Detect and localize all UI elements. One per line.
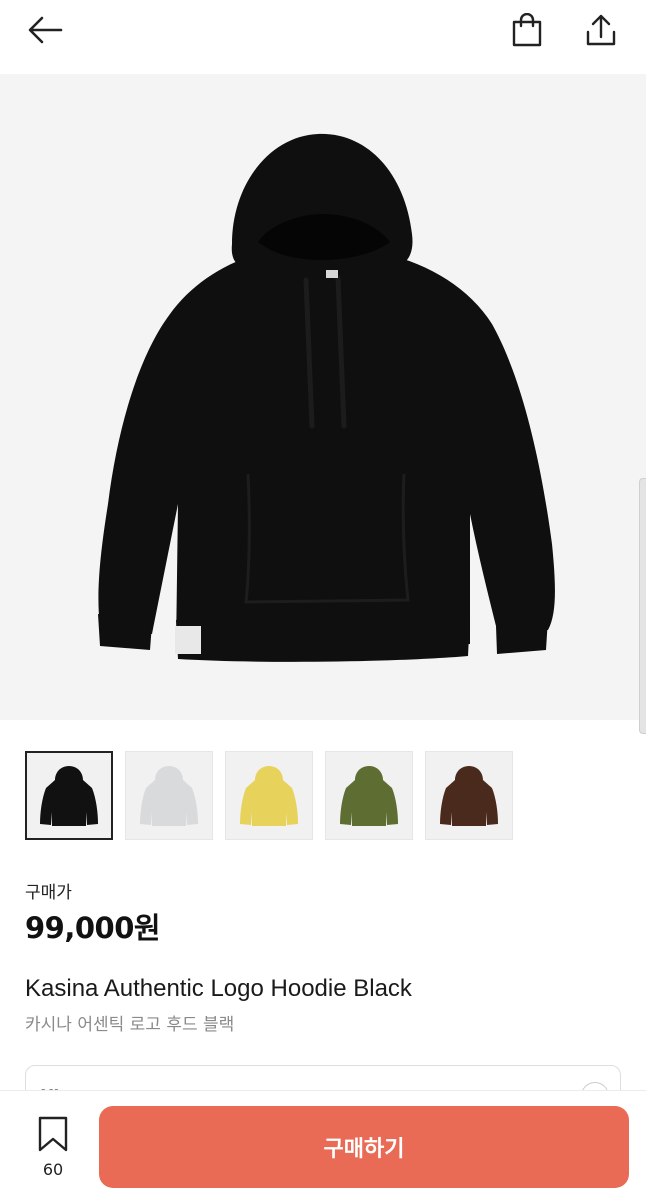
- hoodie-image: [98, 133, 555, 662]
- shopping-bag-button[interactable]: [507, 10, 547, 50]
- hoodie-yellow-thumbnail: [240, 765, 298, 826]
- buy-button[interactable]: 구매하기: [99, 1106, 629, 1188]
- product-name-en: Kasina Authentic Logo Hoodie Black: [25, 975, 412, 1002]
- thumbnail-olive[interactable]: [325, 751, 413, 840]
- thumbnail-yellow[interactable]: [225, 751, 313, 840]
- bookmark-count: 60: [42, 1160, 64, 1179]
- color-thumbnails: [25, 751, 525, 841]
- buy-button-label: 구매하기: [323, 1137, 405, 1162]
- product-image[interactable]: [0, 74, 646, 720]
- thumbnail-gray[interactable]: [125, 751, 213, 840]
- share-button[interactable]: [581, 10, 621, 50]
- hoodie-black-thumbnail: [40, 765, 98, 826]
- back-button[interactable]: [25, 10, 65, 50]
- price-value: 99,000원: [25, 911, 161, 945]
- share-upload-icon: [586, 14, 616, 46]
- product-name-ko: 카시나 어센틱 로고 후드 블랙: [25, 1015, 235, 1035]
- arrow-left-icon: [28, 16, 63, 44]
- top-bar: [0, 0, 646, 74]
- scroll-indicator[interactable]: [639, 478, 646, 734]
- shopping-bag-icon: [512, 13, 542, 47]
- bookmark-icon: [38, 1116, 68, 1152]
- thumbnail-black[interactable]: [25, 751, 113, 840]
- thumbnail-brown[interactable]: [425, 751, 513, 840]
- bookmark-button[interactable]: 60: [28, 1116, 78, 1186]
- bottom-action-bar: 60 구매하기: [0, 1090, 646, 1200]
- price-label: 구매가: [25, 883, 72, 903]
- hoodie-gray-thumbnail: [140, 765, 198, 826]
- hoodie-olive-thumbnail: [340, 765, 398, 826]
- hoodie-brown-thumbnail: [440, 765, 498, 826]
